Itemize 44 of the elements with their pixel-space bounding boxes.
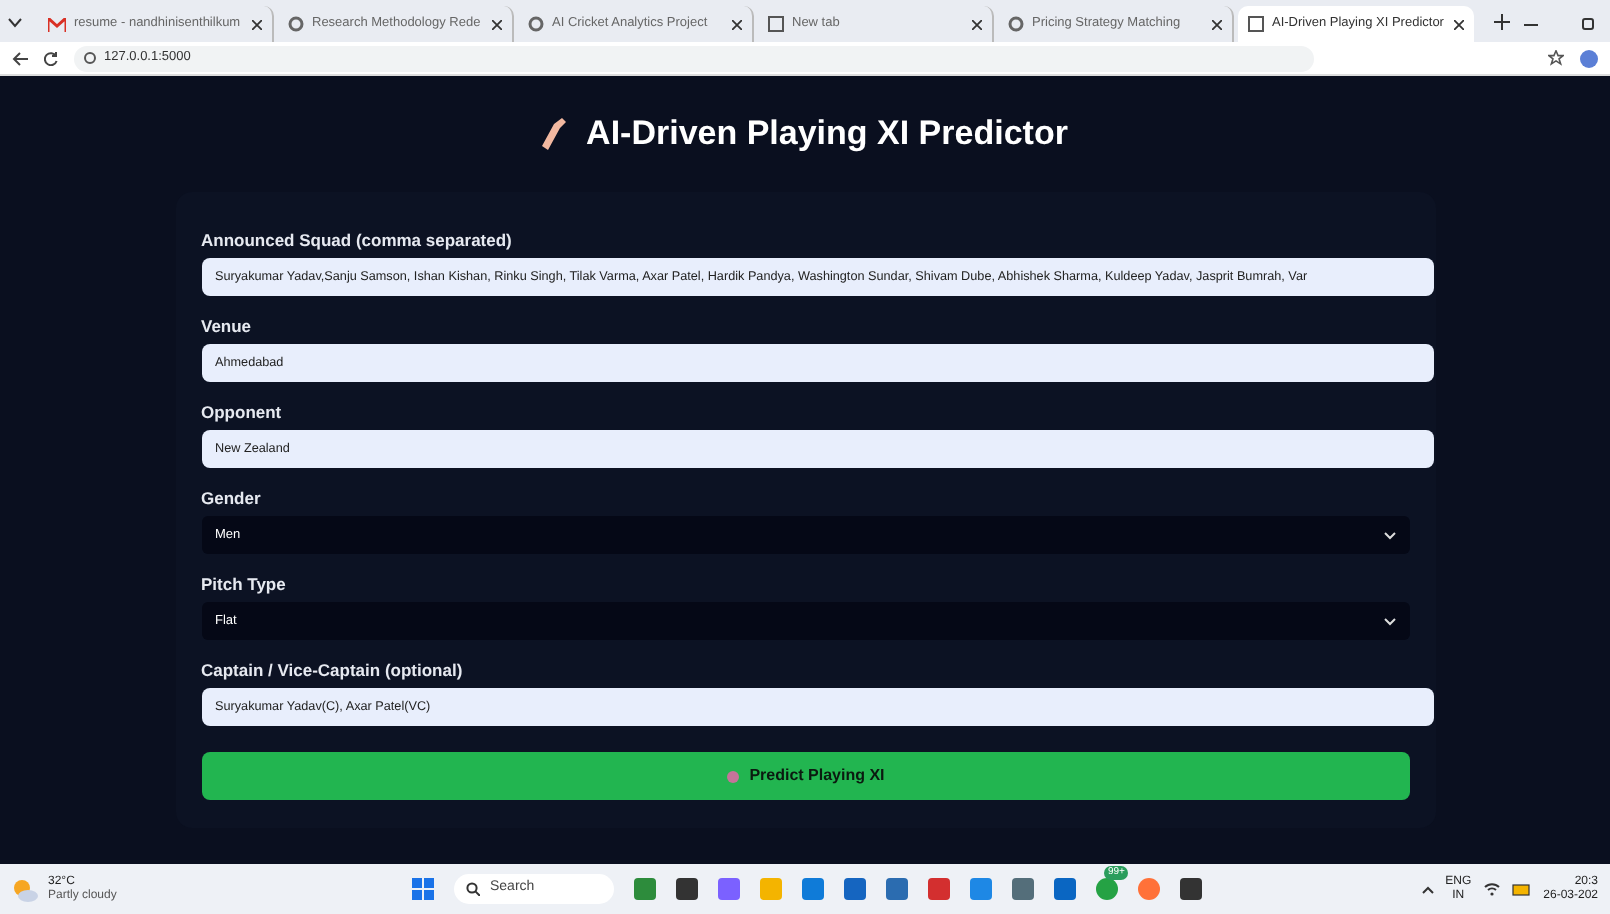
plus-icon[interactable] — [1494, 14, 1510, 30]
star-icon[interactable] — [1548, 50, 1564, 66]
app-icon[interactable] — [1012, 878, 1034, 900]
close-icon[interactable] — [1454, 19, 1464, 29]
close-icon[interactable] — [252, 19, 262, 29]
globe-icon — [1008, 16, 1024, 32]
app-icon[interactable] — [844, 878, 866, 900]
close-icon[interactable] — [492, 19, 502, 29]
app-icon[interactable] — [1054, 878, 1076, 900]
back-icon[interactable] — [12, 51, 28, 65]
chevron-down-icon — [1383, 531, 1395, 539]
cricket-bat-icon — [542, 116, 571, 152]
page-icon — [768, 16, 784, 32]
search-icon — [466, 882, 480, 896]
wifi-icon[interactable] — [1483, 882, 1500, 896]
chevron-down-icon[interactable] — [8, 18, 22, 28]
info-icon — [84, 52, 96, 64]
avatar-icon[interactable] — [1580, 49, 1598, 67]
page-icon — [1248, 16, 1264, 32]
app-icon[interactable] — [1180, 878, 1202, 900]
app-icon[interactable] — [886, 878, 908, 900]
field-label: Pitch Type — [201, 572, 288, 596]
field-label: Gender — [201, 486, 263, 510]
close-icon[interactable] — [972, 19, 982, 29]
chevron-up-icon[interactable] — [1421, 885, 1434, 893]
field-label: Announced Squad (comma separated) — [201, 228, 514, 252]
field-label: Captain / Vice-Captain (optional) — [201, 658, 465, 682]
field-label: Venue — [201, 314, 254, 338]
globe-icon — [288, 16, 304, 32]
app-icon[interactable] — [676, 878, 698, 900]
predict-button[interactable]: Predict Playing XI — [201, 752, 1409, 800]
battery-icon[interactable] — [1511, 883, 1532, 895]
app-icon[interactable] — [928, 878, 950, 900]
close-icon[interactable] — [732, 19, 742, 29]
close-icon[interactable] — [1212, 19, 1222, 29]
chat-icon[interactable] — [1096, 878, 1118, 900]
field-label: Opponent — [201, 400, 284, 424]
page-title: AI-Driven Playing XI Predictor — [586, 112, 1068, 157]
mail-icon — [48, 17, 66, 31]
windows-icon[interactable] — [412, 878, 434, 900]
globe-icon — [528, 16, 544, 32]
reload-icon[interactable] — [44, 51, 58, 65]
chevron-down-icon — [1383, 617, 1395, 625]
maximize-icon[interactable] — [1582, 18, 1594, 30]
